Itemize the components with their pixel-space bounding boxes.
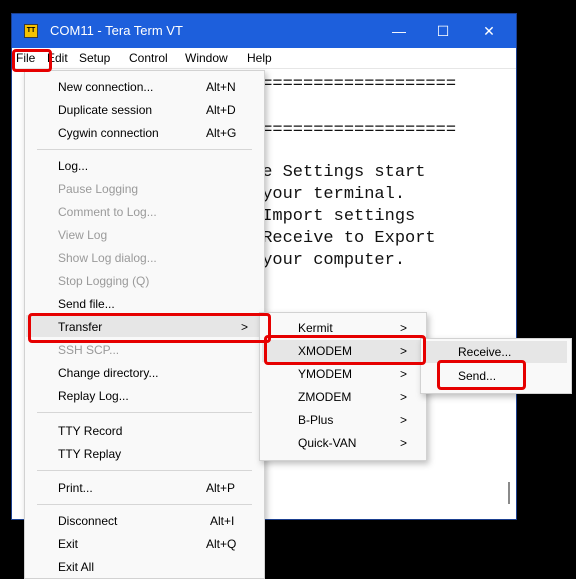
xmodem-receive[interactable]: Receive... (458, 345, 511, 359)
highlight-box-xmodem (264, 335, 426, 365)
terminal-line: ==================== (252, 121, 457, 140)
file-menu-ssh-scp: SSH SCP... (58, 343, 120, 357)
window-title: COM11 - Tera Term VT (50, 23, 183, 38)
file-menu-duplicate-session[interactable]: Duplicate session (58, 103, 152, 117)
file-menu-pause-logging: Pause Logging (58, 182, 139, 196)
menu-separator (37, 470, 252, 471)
chevron-right-icon: > (400, 436, 408, 450)
chevron-right-icon: > (400, 390, 408, 404)
file-menu-view-log: View Log (58, 228, 108, 242)
menu-window[interactable]: Window (185, 51, 228, 65)
terminal-line: he Settings start (252, 163, 426, 182)
file-menu-tty-replay[interactable]: TTY Replay (58, 447, 121, 461)
title-bar[interactable]: TT COM11 - Tera Term VT — ☐ ✕ (12, 14, 516, 48)
transfer-ymodem[interactable]: YMODEM (298, 367, 352, 381)
highlight-box-transfer (28, 313, 271, 343)
menu-separator (37, 504, 252, 505)
menu-separator (37, 412, 252, 413)
shortcut-disconnect: Alt+I (210, 514, 235, 528)
menu-bar: File Edit Setup Control Window Help (12, 48, 516, 69)
highlight-box-send (437, 360, 526, 390)
menu-control[interactable]: Control (129, 51, 168, 65)
file-menu-replay-log[interactable]: Replay Log... (58, 389, 129, 403)
terminal-line: your computer. (252, 251, 406, 270)
chevron-right-icon: > (400, 413, 408, 427)
file-menu-exit[interactable]: Exit (58, 537, 78, 551)
transfer-kermit[interactable]: Kermit (298, 321, 333, 335)
file-menu-stop-logging: Stop Logging (Q) (58, 274, 150, 288)
file-menu-log[interactable]: Log... (58, 159, 88, 173)
chevron-right-icon: > (400, 321, 408, 335)
file-menu-disconnect[interactable]: Disconnect (58, 514, 117, 528)
scrollbar-thumb[interactable] (508, 482, 510, 504)
transfer-quick-van[interactable]: Quick-VAN (298, 436, 356, 450)
file-menu-send-file[interactable]: Send file... (58, 297, 115, 311)
menu-help[interactable]: Help (247, 51, 272, 65)
tera-term-app-icon: TT (24, 24, 38, 38)
close-button[interactable]: ✕ (479, 22, 499, 40)
shortcut-duplicate-session: Alt+D (206, 103, 236, 117)
shortcut-exit: Alt+Q (206, 537, 237, 551)
terminal-line: your terminal. (252, 185, 406, 204)
transfer-zmodem[interactable]: ZMODEM (298, 390, 351, 404)
shortcut-print: Alt+P (206, 481, 236, 495)
file-menu-tty-record[interactable]: TTY Record (58, 424, 122, 438)
menu-setup[interactable]: Setup (79, 51, 110, 65)
menu-separator (37, 149, 252, 150)
terminal-line: Receive to Export (252, 229, 436, 248)
file-menu-exit-all[interactable]: Exit All (58, 560, 94, 574)
transfer-b-plus[interactable]: B-Plus (298, 413, 333, 427)
file-menu-show-log-dialog: Show Log dialog... (58, 251, 157, 265)
terminal-line: ==================== (252, 75, 457, 94)
highlight-box-file (12, 49, 52, 72)
file-menu-cygwin-connection[interactable]: Cygwin connection (58, 126, 159, 140)
chevron-right-icon: > (400, 367, 408, 381)
maximize-button[interactable]: ☐ (433, 22, 453, 40)
shortcut-new-connection: Alt+N (206, 80, 236, 94)
shortcut-cygwin-connection: Alt+G (206, 126, 237, 140)
minimize-button[interactable]: — (389, 22, 409, 40)
file-menu-comment-to-log: Comment to Log... (58, 205, 157, 219)
file-menu-new-connection[interactable]: New connection... (58, 80, 153, 94)
terminal-line: Import settings (252, 207, 416, 226)
file-menu-change-directory[interactable]: Change directory... (58, 366, 159, 380)
file-menu-print[interactable]: Print... (58, 481, 93, 495)
